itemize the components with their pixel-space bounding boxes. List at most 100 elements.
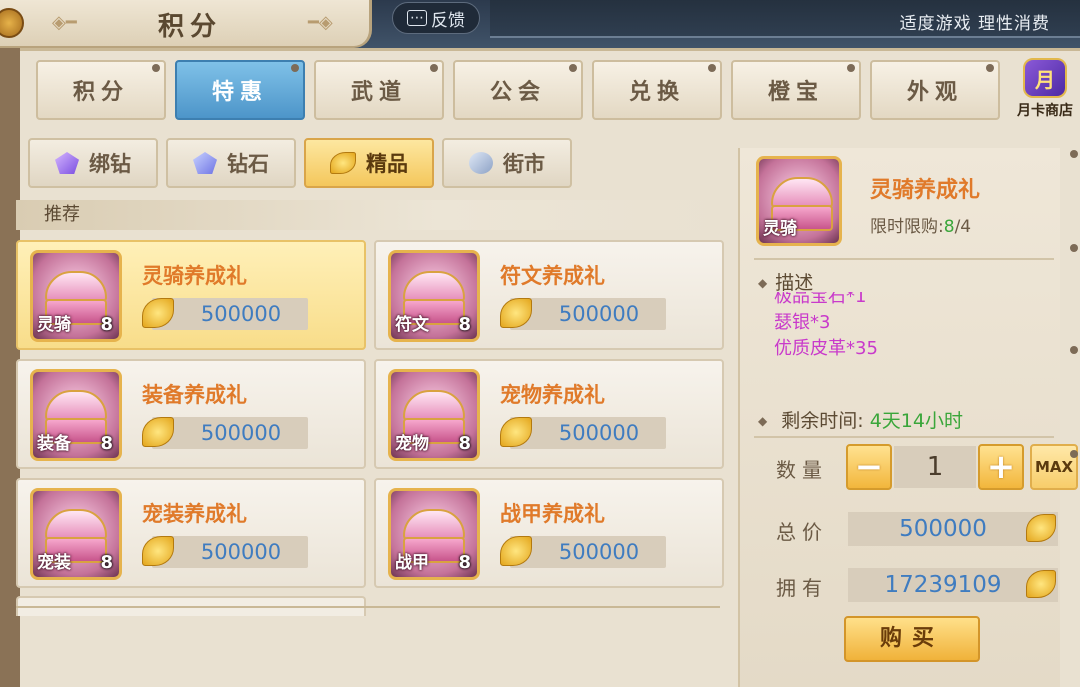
detail-panel: 灵骑 灵骑养成礼 限时限购:8/4 描述 极品宝石*1 瑟银*3 优质皮革*35… — [738, 148, 1078, 687]
tab-label: 武道 — [350, 80, 407, 105]
pin-icon — [708, 64, 716, 72]
item-price: 500000 — [510, 417, 666, 449]
feedback-label: 反馈 — [431, 10, 465, 31]
pin-icon — [847, 64, 855, 72]
feedback-button[interactable]: ⋯ 反馈 — [392, 2, 480, 34]
owned-label: 拥有 — [776, 576, 828, 600]
subtab-label: 街市 — [503, 152, 545, 176]
tab-martial[interactable]: 武道 — [314, 60, 444, 120]
divider — [16, 606, 720, 608]
purchase-limit: 限时限购:8/4 — [870, 212, 971, 237]
gift-chest-icon: 灵骑 8 — [30, 250, 122, 342]
item-tag: 战甲 — [395, 553, 429, 573]
frame-rivet — [1070, 346, 1078, 354]
pin-icon — [291, 64, 299, 72]
tab-label: 特惠 — [211, 80, 268, 105]
health-notice: 适度游戏 理性消费 — [899, 14, 1050, 34]
leaf-coin-icon — [330, 152, 356, 174]
item-count: 8 — [458, 314, 471, 335]
tab-orange-treasure[interactable]: 橙宝 — [731, 60, 861, 120]
market-gem-icon — [469, 152, 493, 174]
item-price: 500000 — [510, 298, 666, 330]
item-name: 战甲养成礼 — [500, 502, 605, 526]
detail-item-name: 灵骑养成礼 — [870, 178, 981, 203]
tab-special-offer[interactable]: 特惠 — [175, 60, 305, 120]
item-count: 8 — [458, 433, 471, 454]
item-card-equipment[interactable]: 装备 8 装备养成礼 500000 — [16, 359, 366, 469]
section-header: 推荐 — [16, 200, 720, 230]
item-name: 灵骑养成礼 — [142, 264, 247, 288]
item-name: 符文养成礼 — [500, 264, 605, 288]
item-tag: 宠物 — [395, 434, 429, 454]
item-tag: 符文 — [395, 315, 429, 335]
remaining-time: 剩余时间:4天14小时 — [758, 406, 963, 433]
chat-icon: ⋯ — [407, 10, 427, 26]
description-line: 优质皮革*35 — [774, 338, 878, 359]
gift-chest-icon: 符文 8 — [388, 250, 480, 342]
subtab-label: 钻石 — [227, 152, 269, 176]
quantity-input[interactable]: 1 — [894, 446, 976, 488]
ornament-icon: ━◈ — [308, 12, 333, 33]
monthly-card-shop-button[interactable]: 月 月卡商店 — [1010, 58, 1080, 120]
tab-label: 橙宝 — [767, 80, 824, 105]
item-card-pet[interactable]: 宠物 8 宠物养成礼 500000 — [374, 359, 724, 469]
item-card-mount[interactable]: 灵骑 8 灵骑养成礼 500000 — [16, 240, 366, 350]
gift-chest-icon: 战甲 8 — [388, 488, 480, 580]
tab-label: 积分 — [72, 80, 129, 105]
pin-icon — [430, 64, 438, 72]
title-coin-icon — [0, 8, 24, 38]
gift-chest-icon: 宠装 8 — [30, 488, 122, 580]
description-title: 描述 — [758, 268, 813, 295]
gift-chest-icon: 装备 8 — [30, 369, 122, 461]
pin-icon — [986, 64, 994, 72]
limit-label: 限时限购: — [870, 217, 944, 237]
limit-total: /4 — [954, 217, 972, 237]
item-price: 500000 — [152, 536, 308, 568]
title-plate: ◈━ 积分 ━◈ — [0, 0, 372, 48]
item-card-pet-gear[interactable]: 宠装 8 宠装养成礼 500000 — [16, 478, 366, 588]
item-name: 宠装养成礼 — [142, 502, 247, 526]
page-title: 积分 — [158, 12, 223, 42]
total-price-label: 总价 — [776, 520, 828, 544]
increase-quantity-button[interactable]: + — [978, 444, 1024, 490]
pin-icon — [569, 64, 577, 72]
divider — [754, 258, 1054, 260]
buy-button[interactable]: 购买 — [844, 616, 980, 662]
subtab-market[interactable]: 街市 — [442, 138, 572, 188]
subtab-label: 精品 — [366, 152, 408, 176]
tab-exchange[interactable]: 兑换 — [592, 60, 722, 120]
monthly-card-label: 月卡商店 — [1017, 103, 1073, 119]
item-price: 500000 — [152, 298, 308, 330]
monthly-card-icon: 月 — [1023, 58, 1067, 98]
item-card-rune[interactable]: 符文 8 符文养成礼 500000 — [374, 240, 724, 350]
decrease-quantity-button[interactable]: − — [846, 444, 892, 490]
subtab-diamond[interactable]: 钻石 — [166, 138, 296, 188]
description-line: 极品宝石*1 — [774, 292, 867, 307]
subtab-label: 绑钻 — [89, 152, 131, 176]
quantity-label: 数量 — [776, 458, 828, 482]
item-price: 500000 — [510, 536, 666, 568]
tab-points[interactable]: 积分 — [36, 60, 166, 120]
subtab-bound-diamond[interactable]: 绑钻 — [28, 138, 158, 188]
item-count: 8 — [458, 552, 471, 573]
gift-chest-icon: 灵骑 — [756, 156, 842, 246]
frame-rivet — [1070, 244, 1078, 252]
item-name: 宠物养成礼 — [500, 383, 605, 407]
item-card-armor[interactable]: 战甲 8 战甲养成礼 500000 — [374, 478, 724, 588]
diamond-icon — [193, 152, 217, 174]
frame-rivet — [1070, 450, 1078, 458]
subtab-premium[interactable]: 精品 — [304, 138, 434, 188]
gift-chest-icon: 宠物 8 — [388, 369, 480, 461]
tab-appearance[interactable]: 外观 — [870, 60, 1000, 120]
remaining-time-value: 4天14小时 — [869, 410, 963, 432]
description-list[interactable]: 极品宝石*1 瑟银*3 优质皮革*35 — [774, 292, 1044, 396]
item-name: 装备养成礼 — [142, 383, 247, 407]
item-count: 8 — [100, 433, 113, 454]
item-price: 500000 — [152, 417, 308, 449]
ornament-icon: ◈━ — [52, 12, 77, 33]
item-tag: 装备 — [37, 434, 71, 454]
pin-icon — [152, 64, 160, 72]
item-tag: 宠装 — [37, 553, 71, 573]
item-count: 8 — [100, 552, 113, 573]
tab-guild[interactable]: 公会 — [453, 60, 583, 120]
